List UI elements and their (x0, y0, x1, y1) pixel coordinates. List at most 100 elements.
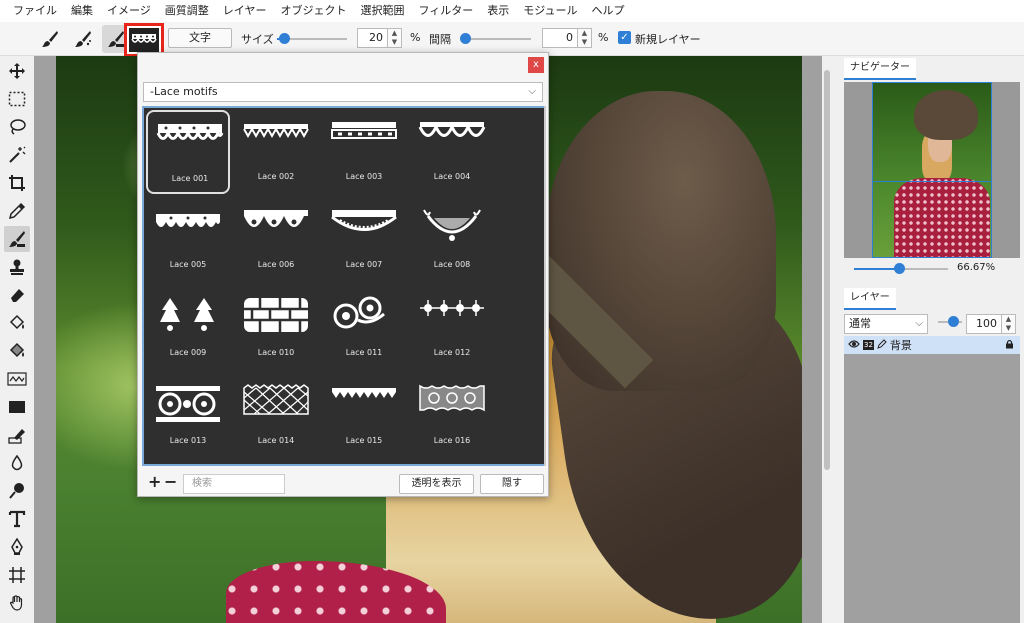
shape-tool-icon[interactable] (4, 394, 30, 420)
brush-category-select[interactable]: -Lace motifs ⌵ (143, 82, 543, 102)
photo-hat (511, 91, 802, 623)
hand-tool-icon[interactable] (4, 590, 30, 616)
lace-pattern-icon (331, 122, 397, 139)
menu-select[interactable]: 選択範囲 (353, 0, 411, 22)
canvas-scrollbar[interactable] (822, 56, 832, 623)
add-brush-button[interactable]: + (148, 472, 161, 491)
new-layer-checkbox[interactable]: ✓ (618, 31, 631, 44)
size-input[interactable]: 20 (357, 28, 388, 48)
lace-pattern-icon (156, 124, 224, 140)
close-icon[interactable]: x (528, 57, 544, 73)
show-transparent-button[interactable]: 透明を表示 (399, 474, 474, 494)
blend-mode-select[interactable]: 通常 ⌵ (844, 314, 928, 334)
zoom-slider-knob[interactable] (894, 263, 905, 274)
opacity-slider-knob[interactable] (948, 316, 959, 327)
chevron-down-icon: ⌵ (915, 318, 923, 329)
dialog-footer: + − 検索 透明を表示 隠す (138, 468, 548, 496)
brush-grid: Lace 001 Lace 002 Lace 003 Lace 004 Lace 005… (142, 106, 546, 466)
brush-search-input[interactable]: 検索 (183, 474, 285, 494)
brush-mode-normal-icon[interactable] (36, 25, 64, 53)
remove-brush-button[interactable]: − (164, 472, 177, 491)
layer-name: 背景 (889, 339, 912, 352)
menu-image[interactable]: イメージ (100, 0, 158, 22)
brush-item-label: Lace 011 (345, 348, 383, 357)
blur-drop-tool-icon[interactable] (4, 450, 30, 476)
brush-item[interactable]: Lace 008 (410, 198, 494, 282)
move-tool-icon[interactable] (4, 58, 30, 84)
brush-item[interactable]: Lace 007 (322, 198, 406, 282)
brush-item-label: Lace 015 (345, 436, 383, 445)
bit-depth-badge: 32 (863, 340, 874, 350)
spacing-label: 間隔 (429, 33, 451, 46)
eye-icon[interactable] (848, 339, 860, 352)
brush-item[interactable]: Lace 011 (322, 286, 406, 370)
tab-layers[interactable]: レイヤー (844, 288, 896, 310)
menu-view[interactable]: 表示 (480, 0, 516, 22)
stamp-tool-icon[interactable] (4, 254, 30, 280)
brush-item[interactable]: Lace 005 (146, 198, 230, 282)
canvas-scroll-thumb[interactable] (824, 70, 830, 470)
brush-item[interactable]: Lace 014 (234, 374, 318, 458)
brush-item[interactable]: Lace 016 (410, 374, 494, 458)
brush-item-label: Lace 016 (433, 436, 471, 445)
menu-file[interactable]: ファイル (6, 0, 64, 22)
brush-item-label: Lace 014 (257, 436, 295, 445)
brush-item[interactable]: Lace 003 (322, 110, 406, 194)
dodge-tool-icon[interactable] (4, 478, 30, 504)
opacity-input[interactable]: 100 (966, 314, 1002, 334)
fill-tool-icon[interactable] (4, 310, 30, 336)
menu-adjust[interactable]: 画質調整 (158, 0, 216, 22)
menu-object[interactable]: オブジェクト (273, 0, 353, 22)
brush-item-label: Lace 008 (433, 260, 471, 269)
pen-edit-tool-icon[interactable] (4, 422, 30, 448)
brush-item[interactable]: Lace 010 (234, 286, 318, 370)
lasso-tool-icon[interactable] (4, 114, 30, 140)
brush-item[interactable]: Lace 004 (410, 110, 494, 194)
brush-item[interactable]: Lace 012 (410, 286, 494, 370)
size-spinner[interactable]: ▲ ▼ (388, 28, 402, 48)
text-tool-icon[interactable] (4, 506, 30, 532)
lace-pattern-icon (243, 384, 309, 415)
tab-navigator[interactable]: ナビゲーター (844, 58, 916, 80)
pattern-fill-tool-icon[interactable] (4, 338, 30, 364)
spacing-slider-track[interactable] (461, 38, 531, 40)
brush-mode-scatter-icon[interactable] (69, 25, 97, 53)
navigator-preview[interactable] (844, 82, 1020, 258)
layers-list-empty (844, 354, 1020, 623)
menu-module[interactable]: モジュール (516, 0, 584, 22)
lace-pattern-icon (244, 210, 308, 227)
rect-select-tool-icon[interactable] (4, 86, 30, 112)
brush-item[interactable]: Lace 015 (322, 374, 406, 458)
menu-layer[interactable]: レイヤー (216, 0, 274, 22)
brush-item[interactable]: Lace 009 (146, 286, 230, 370)
brush-tool-icon[interactable] (4, 226, 30, 252)
menu-filter[interactable]: フィルター (411, 0, 480, 22)
pen-tool-icon[interactable] (4, 534, 30, 560)
menu-help[interactable]: ヘルプ (584, 0, 631, 22)
brush-item[interactable]: Lace 002 (234, 110, 318, 194)
wave-tool-icon[interactable] (4, 366, 30, 392)
size-slider-knob[interactable] (279, 33, 290, 44)
brush-grid-scrollbar[interactable] (544, 106, 546, 466)
navigator-viewport[interactable] (872, 82, 992, 182)
brush-item[interactable]: Lace 013 (146, 374, 230, 458)
zoom-slider-fill (854, 268, 898, 270)
brush-item[interactable]: Lace 001 (146, 110, 230, 194)
hide-button[interactable]: 隠す (480, 474, 544, 494)
lock-icon (1005, 339, 1014, 352)
menu-edit[interactable]: 編集 (64, 0, 100, 22)
magic-wand-tool-icon[interactable] (4, 142, 30, 168)
transform-tool-icon[interactable] (4, 562, 30, 588)
spacing-input[interactable]: 0 (542, 28, 578, 48)
text-button[interactable]: 文字 (168, 28, 232, 48)
opacity-spinner[interactable]: ▲ ▼ (1002, 314, 1016, 334)
eraser-tool-icon[interactable] (4, 282, 30, 308)
lace-pattern-icon (244, 298, 308, 332)
spacing-slider-knob[interactable] (460, 33, 471, 44)
crop-tool-icon[interactable] (4, 170, 30, 196)
brush-item[interactable]: Lace 006 (234, 198, 318, 282)
layer-row[interactable]: 32 背景 (844, 336, 1020, 354)
spacing-spinner[interactable]: ▲ ▼ (578, 28, 592, 48)
brush-item-label: Lace 001 (171, 174, 209, 183)
eyedropper-tool-icon[interactable] (4, 198, 30, 224)
